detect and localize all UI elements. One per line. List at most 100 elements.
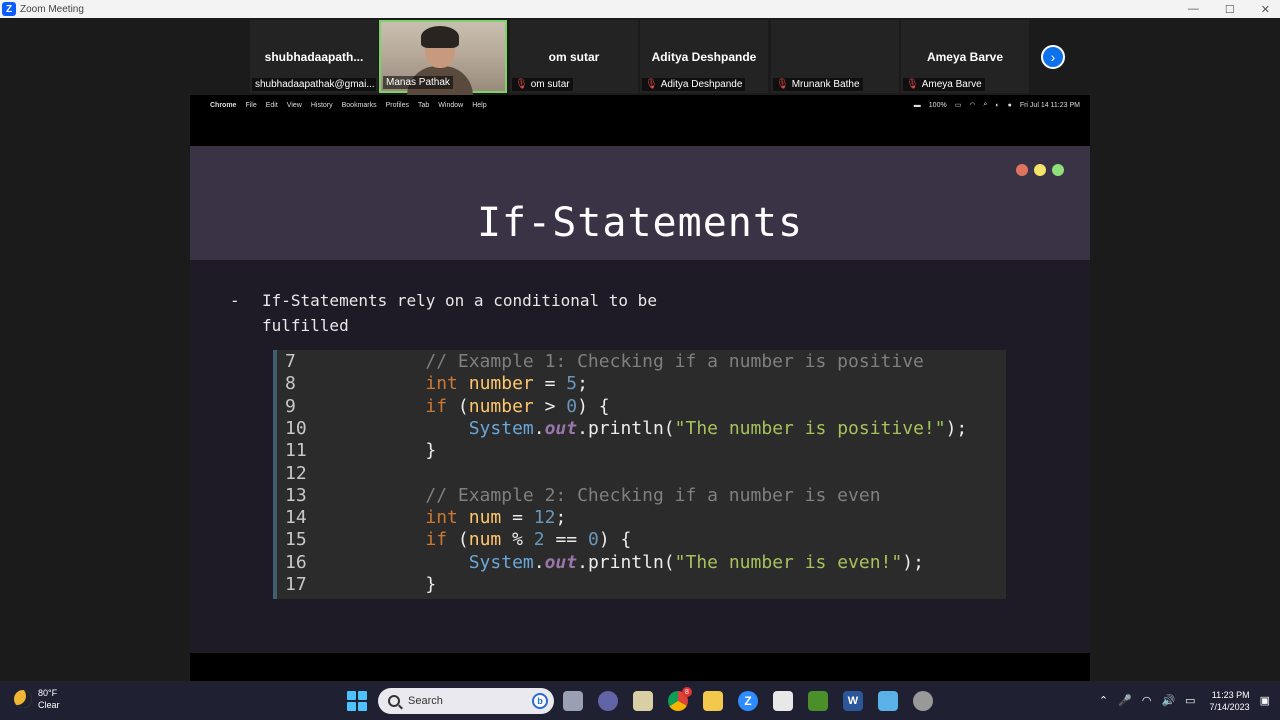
participant-label-text: Aditya Deshpande [660,79,743,90]
code-text: } [317,574,437,595]
participant-label-text: Ameya Barve [921,79,982,90]
menu-bookmarks: Bookmarks [341,101,377,109]
search-placeholder: Search [408,695,443,707]
shared-screen-bottom [190,653,1090,681]
menu-window: Window [438,101,464,109]
word-icon[interactable]: W [843,691,863,711]
battery-icon: ▭ [954,102,962,109]
files-icon[interactable] [703,691,723,711]
taskbar-search[interactable]: Search b [378,688,554,714]
menu-help: Help [472,101,487,109]
code-text: } [317,440,437,462]
zoom-logo-icon: Z [2,2,16,16]
menu-edit: Edit [265,101,278,109]
window-dots [1016,164,1064,176]
participant-tile[interactable]: 🎙 Mrunank Bathe [771,20,899,93]
muted-mic-icon: 🎙 [515,79,528,90]
code-text: System.out.println("The number is even!"… [468,551,924,573]
mac-menu-bar: Chrome File Edit View History Bookmarks … [190,95,1090,115]
menu-file: File [245,101,257,109]
chevron-up-icon[interactable]: ⌃ [1099,694,1108,707]
settings-icon[interactable] [913,691,933,711]
video-person-hair [421,26,459,48]
mac-status-area: ▬ 100% ▭ ◠ ⌕ ◐ ● Fri Jul 14 11:23 PM [914,95,1080,115]
code-text: // Example 2: Checking if a number is ev… [425,484,881,506]
control-center-icon: ◐ [995,101,1000,109]
line-number: 14 [285,507,307,529]
volume-icon[interactable]: 🔊 [1161,694,1175,707]
moon-icon [14,690,32,708]
line-number: 15 [285,529,307,551]
participant-label: shubhadaapathak@gmai... [252,78,376,91]
start-icon[interactable] [347,691,367,711]
yellow-dot-icon [1034,164,1046,176]
participant-tile[interactable]: shubhadaapath... shubhadaapathak@gmai... [250,20,378,93]
line-number: 13 [285,484,307,506]
system-tray: ⌃ 🎤 ◠ 🔊 ▭ 11:23 PM 7/14/2023 ▣ [1099,681,1280,720]
code-text: int num = 12; [425,507,567,529]
window-controls: — ☐ ✕ [1188,0,1270,18]
line-number: 9 [285,395,296,417]
notepad-icon[interactable] [878,691,898,711]
participant-tile[interactable]: om sutar 🎙 om sutar [510,20,638,93]
taskbar-clock[interactable]: 11:23 PM 7/14/2023 [1210,689,1250,713]
weather-widget[interactable]: 80°F Clear [14,687,60,711]
clock-time: 11:23 PM [1211,689,1250,700]
menu-history: History [310,101,333,109]
line-number: 16 [285,551,307,573]
green-dot-icon [1052,164,1064,176]
battery-icon[interactable]: ▭ [1185,694,1195,707]
weather-temp: 80°F [38,688,58,698]
chrome-badge: 8 [682,687,692,697]
code-text: // Example 1: Checking if a number is po… [425,351,924,372]
participant-label: Manas Pathak [383,76,453,89]
menu-app-name: Chrome [210,101,237,109]
maximize-button[interactable]: ☐ [1225,3,1235,16]
minecraft-icon[interactable] [808,691,828,711]
participant-tile[interactable]: Aditya Deshpande 🎙 Aditya Deshpande [640,20,768,93]
participant-name: om sutar [548,50,600,64]
menu-tab: Tab [417,101,430,109]
file-explorer-icon[interactable] [633,691,653,711]
participant-name: Ameya Barve [926,50,1004,64]
bullet-text: If-Statements rely on a conditional to b… [262,291,657,335]
slide-bullet: - If-Statements rely on a conditional to… [230,288,690,338]
participant-label-text: Mrunank Bathe [791,79,860,90]
participant-label: 🎙 Ameya Barve [903,78,985,91]
snipping-icon[interactable] [773,691,793,711]
line-number: 7 [285,351,296,372]
participant-label: 🎙 Aditya Deshpande [642,78,746,91]
microphone-icon[interactable]: 🎤 [1118,694,1132,707]
zoom-title-bar: Z Zoom Meeting — ☐ ✕ [0,0,1280,18]
participant-video-tile[interactable]: Manas Pathak [379,20,507,96]
code-block: 7 // Example 1: Checking if a number is … [273,350,1006,599]
minimize-button[interactable]: — [1188,3,1199,15]
search-icon [388,695,400,707]
meet-icon[interactable] [598,691,618,711]
zoom-icon[interactable]: Z [738,691,758,711]
menu-view: View [286,101,302,109]
participant-label-text: Manas Pathak [386,77,450,88]
participant-strip: shubhadaapath... shubhadaapathak@gmai...… [0,18,1280,96]
line-number: 8 [285,373,296,395]
weather-desc: Clear [38,700,60,710]
participant-label: 🎙 Mrunank Bathe [773,78,863,91]
notification-icon[interactable]: ▣ [1260,694,1270,707]
participant-tile[interactable]: Ameya Barve 🎙 Ameya Barve [901,20,1029,93]
bing-icon[interactable]: b [532,693,548,709]
task-view-icon[interactable] [563,691,583,711]
red-dot-icon [1016,164,1028,176]
muted-mic-icon: 🎙 [776,79,789,90]
close-button[interactable]: ✕ [1261,3,1270,16]
bed-icon: ▬ [913,101,921,109]
chrome-icon[interactable]: 8 [668,687,692,711]
slide-title: If-Statements [476,200,804,246]
line-number: 10 [285,417,307,439]
mac-clock: Fri Jul 14 11:23 PM [1019,101,1080,109]
wifi-icon[interactable]: ◠ [1142,694,1152,707]
slide-header: If-Statements [190,146,1090,260]
next-participants-button[interactable]: › [1041,45,1065,69]
participant-name: Aditya Deshpande [651,50,757,64]
battery-percent: 100% [928,101,947,109]
code-text: if (num % 2 == 0) { [425,529,632,551]
